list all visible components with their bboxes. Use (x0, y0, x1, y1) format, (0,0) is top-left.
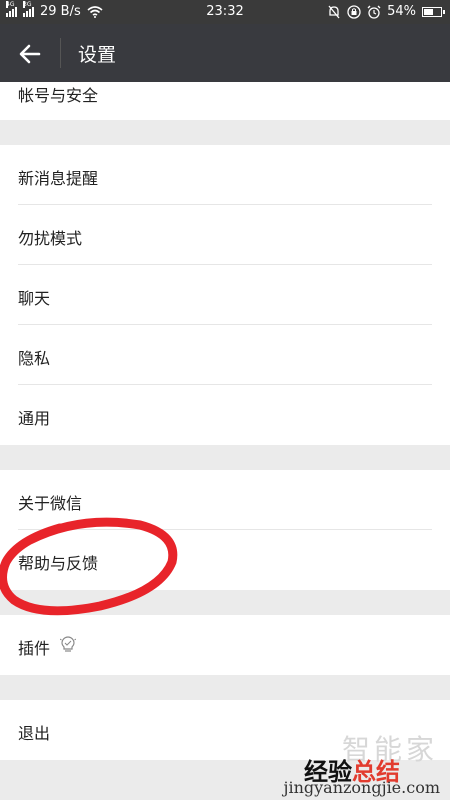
settings-group-2: 新消息提醒 勿扰模式 聊天 隐私 通用 (0, 145, 450, 445)
mute-bell-icon (328, 5, 340, 18)
do-not-disturb-label: 勿扰模式 (18, 229, 83, 248)
alarm-icon (367, 5, 381, 19)
account-security-item[interactable]: 帐号与安全 (0, 82, 450, 120)
back-arrow-icon[interactable] (18, 42, 42, 66)
about-wechat-label: 关于微信 (18, 494, 83, 513)
general-item[interactable]: 通用 (0, 385, 450, 445)
chat-label: 聊天 (18, 289, 51, 308)
battery-percent: 54% (387, 4, 416, 19)
chat-item[interactable]: 聊天 (0, 265, 450, 325)
page-title: 设置 (78, 44, 117, 66)
about-wechat-item[interactable]: 关于微信 (0, 470, 450, 530)
help-feedback-label: 帮助与反馈 (18, 554, 99, 573)
settings-group-3: 关于微信 帮助与反馈 (0, 470, 450, 590)
lightbulb-icon (60, 636, 76, 652)
battery-icon (422, 6, 445, 17)
app-bar: 设置 (0, 24, 450, 82)
rotation-lock-icon (347, 4, 361, 19)
privacy-item[interactable]: 隐私 (0, 325, 450, 385)
privacy-label: 隐私 (18, 349, 51, 368)
new-message-notification-item[interactable]: 新消息提醒 (0, 145, 450, 205)
status-bar: 4G 3G 29 B/s 23:32 54% (0, 0, 450, 24)
account-security-label: 帐号与安全 (18, 86, 99, 105)
new-message-notification-label: 新消息提醒 (18, 169, 99, 188)
logout-label: 退出 (18, 724, 51, 743)
plugins-item[interactable]: 插件 (0, 615, 450, 675)
help-feedback-item[interactable]: 帮助与反馈 (0, 530, 450, 590)
watermark-url: jingyanzongjie.com (283, 778, 440, 797)
do-not-disturb-item[interactable]: 勿扰模式 (0, 205, 450, 265)
plugins-label: 插件 (18, 639, 51, 658)
general-label: 通用 (18, 409, 51, 428)
battery-level (424, 8, 433, 15)
appbar-divider (60, 38, 61, 68)
